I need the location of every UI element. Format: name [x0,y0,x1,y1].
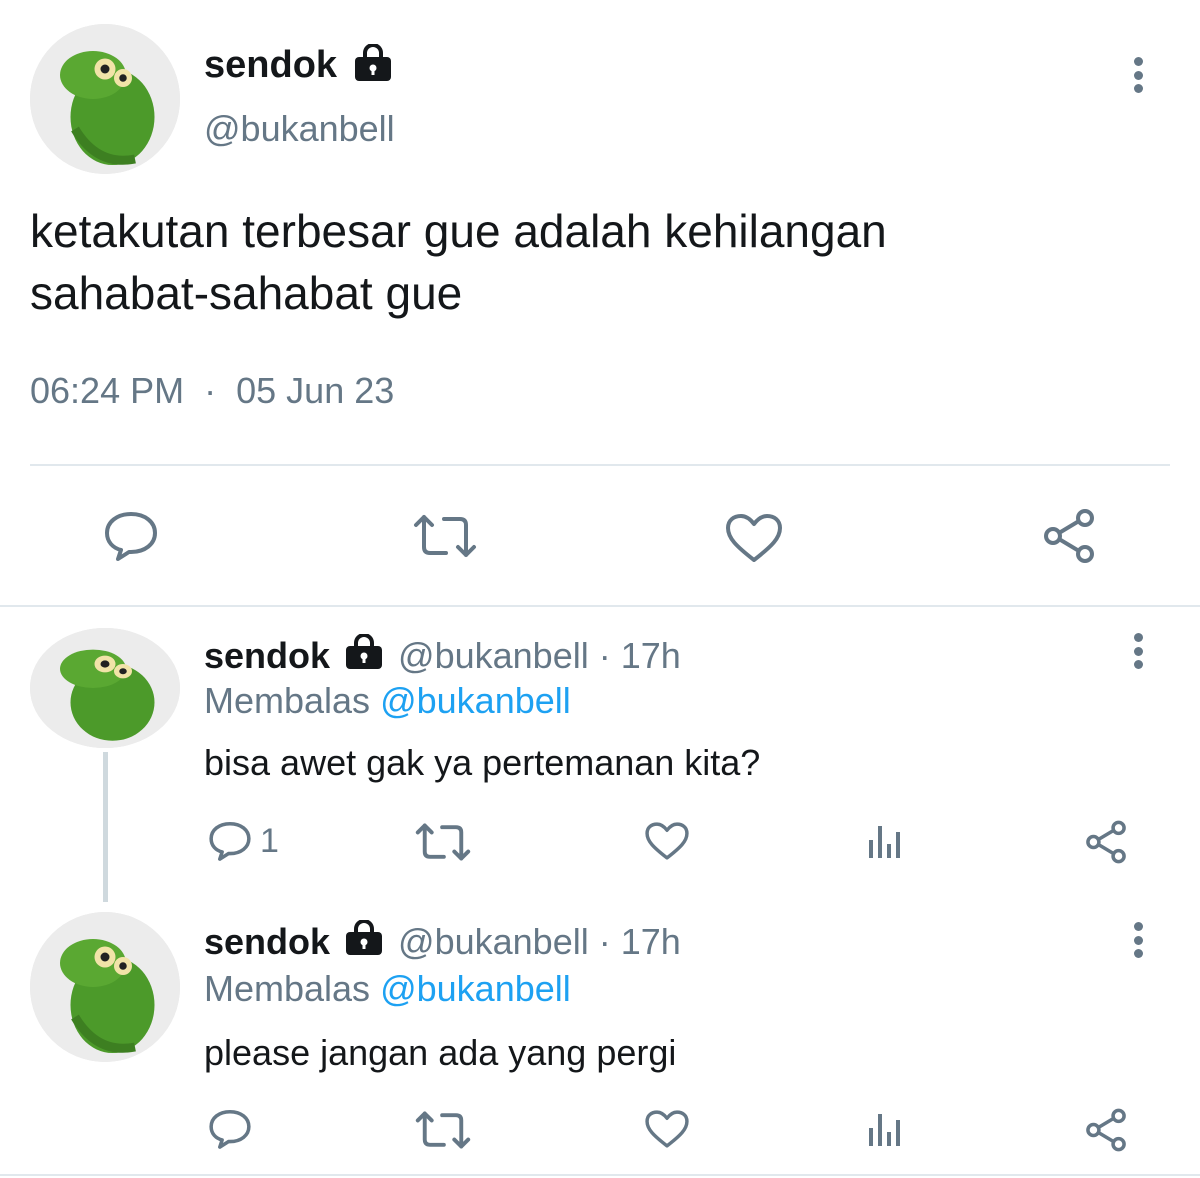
replying-prefix: Membalas [204,680,371,721]
reply-count: 1 [260,821,279,860]
heart-icon[interactable] [644,821,690,861]
author-handle[interactable]: @bukanbell [204,108,395,150]
section-divider [0,605,1200,607]
lock-icon [353,42,393,87]
more-vertical-icon[interactable] [1132,57,1144,93]
tweet-text-line-2: sahabat-sahabat gue [30,267,463,319]
kermit-avatar-image [30,24,180,174]
replying-to-link[interactable]: @bukanbell [380,680,571,721]
tweet-time: 06:24 PM [30,370,185,411]
reply-bubble-icon[interactable] [103,510,159,562]
lock-icon [344,918,384,965]
retweet-icon[interactable] [412,513,478,559]
share-icon[interactable] [1041,508,1097,564]
avatar[interactable] [30,628,180,748]
share-icon[interactable] [1084,1108,1128,1152]
avatar[interactable] [30,912,180,1062]
retweet-icon[interactable] [414,822,472,862]
share-icon[interactable] [1084,820,1128,864]
tweet-text: ketakutan terbesar gue adalah kehilangan… [30,200,887,324]
replying-prefix: Membalas [204,968,371,1009]
reply-author-name[interactable]: sendok [204,921,330,963]
reply-bubble-icon [208,820,252,862]
heart-icon[interactable] [724,512,784,564]
reply-text: please jangan ada yang pergi [204,1032,677,1073]
tweet-timestamp[interactable]: 06:24 PM · 05 Jun 23 [30,370,394,412]
analytics-bars-icon[interactable] [866,822,906,860]
reply-action[interactable]: 1 [208,820,279,862]
thread-line [103,752,108,902]
divider [30,464,1170,466]
reply-age: · 17h [598,921,681,962]
analytics-bars-icon[interactable] [866,1110,906,1148]
reply-handle[interactable]: @bukanbell [398,921,589,963]
tweet-date: 05 Jun 23 [236,370,395,411]
bottom-divider [0,1174,1200,1176]
replying-to-link[interactable]: @bukanbell [380,968,571,1009]
reply-handle[interactable]: @bukanbell [398,635,589,677]
reply-author-name[interactable]: sendok [204,635,330,677]
reply-bubble-icon[interactable] [208,1108,252,1150]
kermit-avatar-image [30,912,180,1062]
avatar[interactable] [30,24,180,174]
reply-age: · 17h [598,635,681,676]
lock-icon [344,632,384,679]
replying-to: Membalas @bukanbell [204,968,571,1010]
replying-to: Membalas @bukanbell [204,680,571,722]
date-separator: · [204,370,217,411]
heart-icon[interactable] [644,1109,690,1149]
reply-text: bisa awet gak ya pertemanan kita? [204,742,761,783]
more-vertical-icon[interactable] [1132,922,1144,958]
author-name[interactable]: sendok [204,44,337,87]
tweet-text-line-1: ketakutan terbesar gue adalah kehilangan [30,205,887,257]
retweet-icon[interactable] [414,1110,472,1150]
kermit-avatar-image [30,628,180,748]
more-vertical-icon[interactable] [1132,633,1144,669]
